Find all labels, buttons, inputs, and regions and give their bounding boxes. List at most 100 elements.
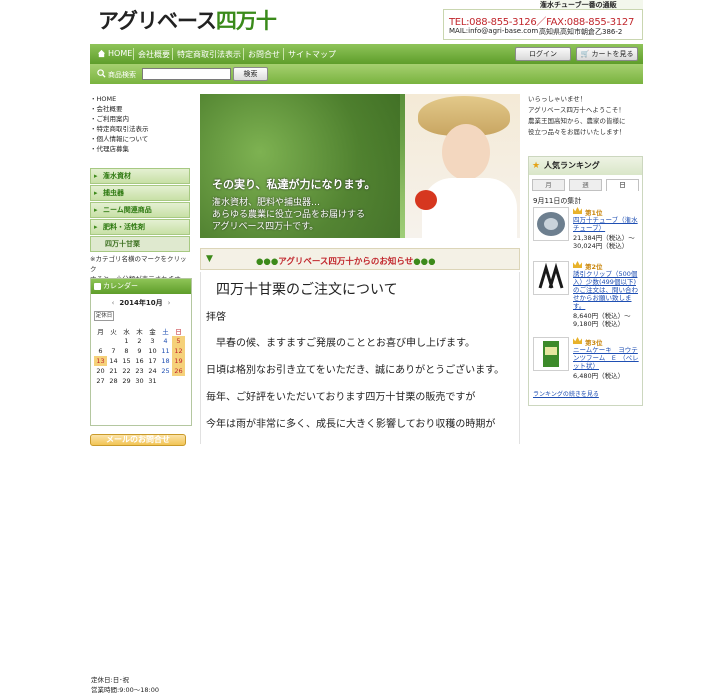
category-chestnut[interactable]: 四万十甘栗 <box>90 236 190 252</box>
calendar-day: 20 <box>96 367 105 375</box>
search-bar: 商品検索 検索 <box>90 64 643 84</box>
cart-label: カートを見る <box>591 50 634 58</box>
hero-face <box>442 124 490 180</box>
product-thumbnail[interactable] <box>533 261 569 295</box>
category-neem[interactable]: ▸ ニーム関連商品 <box>90 202 190 218</box>
calendar-day: 23 <box>135 367 144 375</box>
nav-contact[interactable]: お問合せ <box>248 49 280 60</box>
calendar-day <box>107 336 120 346</box>
notice-article: 四万十甘栗のご注文について 拝啓 早春の候、ますますご発展のこととお喜び申し上げ… <box>200 272 520 444</box>
sidebar-link-legal[interactable]: 特定商取引法表示 <box>90 124 190 134</box>
calendar-day: 10 <box>148 347 157 355</box>
sidebar-link-agency[interactable]: 代理店募集 <box>90 144 190 154</box>
calendar-day: 31 <box>148 377 157 385</box>
calendar-day: 27 <box>96 377 105 385</box>
product-thumbnail[interactable] <box>533 207 569 241</box>
calendar-day: 16 <box>135 357 144 365</box>
calendar-header: カレンダー <box>91 279 191 294</box>
calendar-day: 29 <box>122 377 131 385</box>
ranking-widget: ★ 人気ランキング 月 週 日 9月11日の集計 第1位 四万十チューブ（潅水チュ… <box>528 156 643 406</box>
calendar-day: 15 <box>122 357 131 365</box>
main-nav: HOME 会社概要 特定商取引法表示 お問合せ サイトマップ ログイン 🛒 カー… <box>90 44 643 64</box>
tab-monthly[interactable]: 月 <box>532 179 565 191</box>
article-paragraph: 今年は雨が非常に多く、成長に大きく影響しており収穫の時期が <box>206 419 496 430</box>
tab-weekly[interactable]: 週 <box>569 179 602 191</box>
closed-days: 定休日:日･祝 <box>91 676 129 684</box>
contact-box: TEL:088-855-3126／FAX:088-855-3127 MAIL:i… <box>443 9 643 40</box>
category-fertilizer[interactable]: ▸ 肥料・活性剤 <box>90 219 190 235</box>
site-logo[interactable]: アグリベース四万十 <box>98 5 277 35</box>
calendar-day: 1 <box>124 337 129 345</box>
category-label: 四万十甘栗 <box>105 240 140 248</box>
expand-arrow-icon[interactable]: ▸ <box>94 203 98 217</box>
category-label: ニーム関連商品 <box>103 206 152 214</box>
calendar-title: カレンダー <box>103 282 138 290</box>
search-label: 商品検索 <box>108 71 136 79</box>
nav-sitemap[interactable]: サイトマップ <box>288 49 336 60</box>
week-row: 6 7 8 9 10 11 12 <box>94 346 185 356</box>
product-name-link[interactable]: 誘引クリップ（500個入）少数(499個以下)のご注文は、問い合わせからお願い致… <box>573 270 641 310</box>
sidebar-link-privacy[interactable]: 個人情報について <box>90 134 190 144</box>
expand-arrow-icon[interactable]: ▸ <box>94 220 98 234</box>
sidebar-links: HOME 会社概要 ご利用案内 特定商取引法表示 個人情報について 代理店募集 <box>90 94 190 154</box>
view-cart-button[interactable]: 🛒 カートを見る <box>576 47 638 61</box>
category-irrigation[interactable]: ▸ 潅水資材 <box>90 168 190 184</box>
ranking-title: 人気ランキング <box>544 161 600 170</box>
tel-fax: TEL:088-855-3126／FAX:088-855-3127 <box>449 17 635 28</box>
calendar-day <box>94 336 107 346</box>
category-insect-trap[interactable]: ▸ 捕虫器 <box>90 185 190 201</box>
note-line: ※カテゴリ名横のマークをクリック <box>90 255 187 273</box>
calendar-day: 6 <box>98 347 103 355</box>
nav-home[interactable]: HOME <box>108 49 132 58</box>
prev-month-button[interactable]: ‹ <box>107 299 120 307</box>
article-paragraph: 毎年、ご好評をいただいております四万十甘栗の販売ですが <box>206 392 476 403</box>
tab-daily[interactable]: 日 <box>606 179 639 191</box>
welcome-line: アグリベース四万十へようこそ！ <box>528 106 625 114</box>
calendar-day: 11 <box>161 347 170 355</box>
nav-legal[interactable]: 特定商取引法表示 <box>177 49 241 60</box>
email-address[interactable]: MAIL:info@agri-base.com <box>449 27 538 35</box>
product-name-link[interactable]: 四万十チューブ（潅水チューブ） <box>573 216 641 232</box>
crown-icon <box>573 337 582 344</box>
search-button[interactable]: 検索 <box>233 67 268 81</box>
calendar-day: 12 <box>172 346 185 356</box>
weekday: 月 <box>97 328 104 336</box>
week-row: 1 2 3 4 5 <box>94 336 185 346</box>
weekday: 火 <box>110 328 117 336</box>
product-name-link[interactable]: ニームケーキ ヨウテンツフーム E （ペレット状） <box>573 346 641 370</box>
category-menu: ▸ 潅水資材 ▸ 捕虫器 ▸ ニーム関連商品 ▸ 肥料・活性剤 四万十甘栗 <box>90 168 190 253</box>
sidebar-link-company[interactable]: 会社概要 <box>90 104 190 114</box>
login-button[interactable]: ログイン <box>515 47 571 61</box>
star-icon: ★ <box>532 161 541 171</box>
product-price: 8,640円（税込）～9,180円（税込） <box>573 312 631 328</box>
article-paragraph: 日頃は格別なお引き立てをいただき、誠にありがとうございます。 <box>206 365 505 376</box>
sidebar-link-guide[interactable]: ご利用案内 <box>90 114 190 124</box>
calendar-day <box>159 376 172 386</box>
calendar-day: 2 <box>137 337 142 345</box>
weekday: 水 <box>123 328 130 336</box>
calendar-day <box>172 376 185 386</box>
calendar-icon <box>94 283 101 290</box>
calendar-month-label: 2014年10月 <box>119 299 163 307</box>
notice-dots: ●●● <box>256 257 279 267</box>
notice-title-text: アグリベース四万十からのお知らせ <box>278 257 414 267</box>
ranking-more-link[interactable]: ランキングの続きを見る <box>533 389 599 398</box>
nav-company[interactable]: 会社概要 <box>138 49 170 60</box>
calendar-month: ‹ 2014年10月 › <box>91 298 191 308</box>
search-input[interactable] <box>142 68 231 80</box>
product-thumbnail[interactable] <box>533 337 569 371</box>
expand-arrow-icon[interactable]: ▸ <box>94 186 98 200</box>
hero-text: アグリベース四万十です。 <box>212 222 319 232</box>
calendar-day: 19 <box>172 356 185 366</box>
ranking-header: ★ 人気ランキング <box>529 157 642 175</box>
weekday: 金 <box>149 328 156 336</box>
login-label: ログイン <box>529 50 557 58</box>
mail-inquiry-button[interactable]: メールのお問合せ <box>90 434 186 446</box>
sidebar-link-home[interactable]: HOME <box>90 94 190 104</box>
opening-hours: 営業時間:9:00～18:00 <box>91 686 160 694</box>
hero-banner[interactable]: その実り、私達が力になります。 潅水資材、肥料や捕虫器… あらゆる農業に役立つ品… <box>200 94 520 238</box>
next-month-button[interactable]: › <box>163 299 176 307</box>
expand-arrow-icon[interactable]: ▸ <box>94 169 98 183</box>
calendar-day: 13 <box>94 356 107 366</box>
week-row: 13 14 15 16 17 18 19 <box>94 356 185 366</box>
